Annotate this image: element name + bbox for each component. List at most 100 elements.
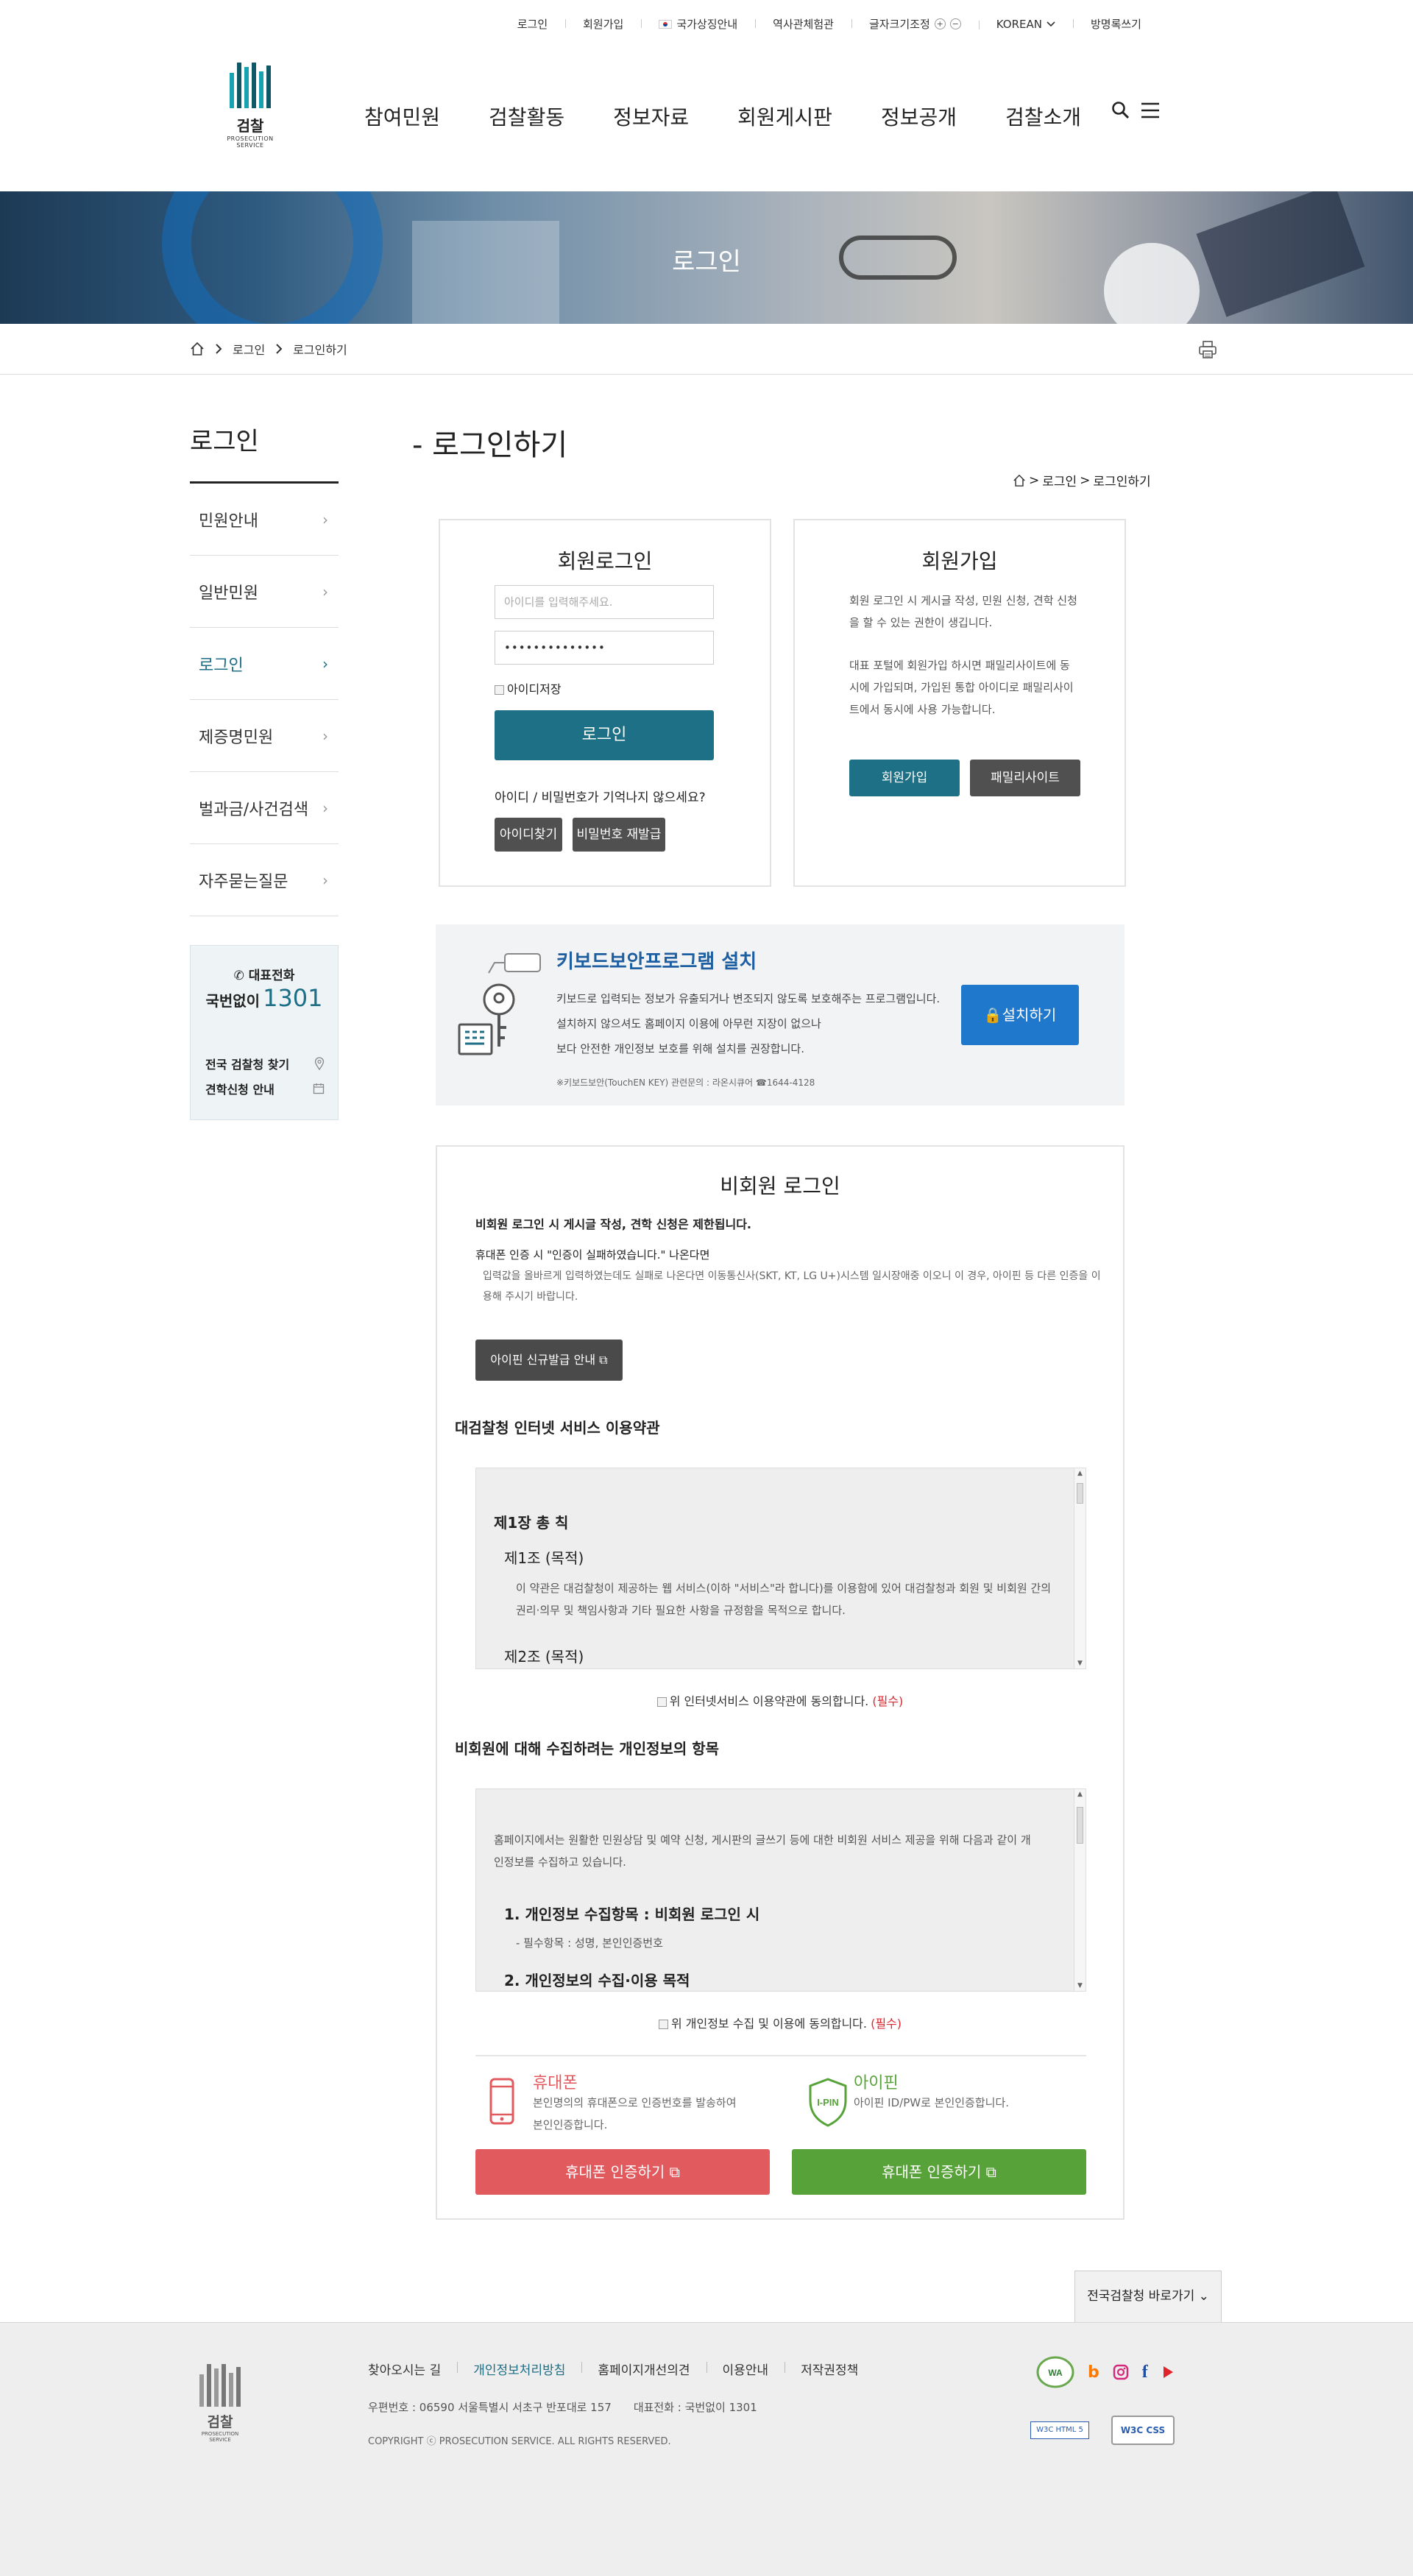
facebook-icon[interactable]: f bbox=[1142, 2363, 1148, 2382]
footer-link-directions[interactable]: 찾아오시는 길 bbox=[368, 2360, 457, 2378]
agree-terms-checkbox[interactable]: 위 인터넷서비스 이용약관에 동의합니다. (필수) bbox=[437, 1691, 1123, 1709]
password-input[interactable]: •••••••••••••• bbox=[495, 631, 714, 665]
side-menu-item-general[interactable]: 일반민원 › bbox=[190, 556, 339, 628]
search-icon[interactable] bbox=[1111, 101, 1130, 120]
join-button[interactable]: 회원가입 bbox=[849, 760, 960, 796]
footer-link-guide[interactable]: 이용안내 bbox=[706, 2360, 785, 2378]
find-office-link[interactable]: 전국 검찰청 찾기 bbox=[205, 1055, 325, 1072]
login-button[interactable]: 로그인 bbox=[495, 710, 714, 760]
footer-link-feedback[interactable]: 홈페이지개선의견 bbox=[581, 2360, 706, 2378]
tour-guide-link[interactable]: 견학신청 안내 bbox=[205, 1080, 325, 1097]
keyboard-security-line2: 설치하지 않으셔도 홈페이지 이용에 아무런 지장이 없으나 bbox=[556, 1017, 821, 1030]
util-join[interactable]: 회원가입 bbox=[565, 16, 641, 32]
nav-item-participation[interactable]: 참여민원 bbox=[364, 102, 440, 131]
footer-validation-badges: W3C HTML 5 W3C CSS bbox=[1030, 2416, 1175, 2445]
util-gov-symbol[interactable]: 국가상징안내 bbox=[641, 16, 755, 32]
user-id-input[interactable]: 아이디를 입력해주세요. bbox=[495, 585, 714, 619]
required-mark: (필수) bbox=[871, 2017, 902, 2031]
print-icon[interactable] bbox=[1198, 340, 1217, 359]
menu-icon[interactable] bbox=[1141, 102, 1160, 119]
zoom-in-button[interactable]: + bbox=[934, 18, 946, 29]
nav-item-disclosure[interactable]: 정보공개 bbox=[881, 102, 957, 131]
footer-logo-mark bbox=[190, 2364, 250, 2407]
map-pin-icon bbox=[314, 1057, 325, 1070]
util-login[interactable]: 로그인 bbox=[500, 16, 565, 32]
language-select[interactable]: KOREAN bbox=[978, 18, 1073, 31]
install-button[interactable]: 🔒설치하기 bbox=[961, 985, 1079, 1045]
privacy-item2: 2. 개인정보의 수집·이용 목적 bbox=[504, 1972, 690, 1989]
ipin-guide-label: 아이핀 신규발급 안내 bbox=[490, 1353, 596, 1367]
content-breadcrumb-level1[interactable]: 로그인 bbox=[1042, 471, 1077, 489]
forgot-credentials-text: 아이디 / 비밀번호가 기억나지 않으세요? bbox=[495, 790, 706, 805]
footer-link-privacy[interactable]: 개인정보처리방침 bbox=[457, 2360, 581, 2378]
prosecution-office-shortcut[interactable]: 전국검찰청 바로가기 ⌄ bbox=[1074, 2271, 1222, 2322]
terms-article1: 제1조 (목적) bbox=[504, 1549, 584, 1567]
ipin-guide-button[interactable]: 아이핀 신규발급 안내 ⧉ bbox=[475, 1340, 623, 1381]
util-history[interactable]: 역사관체험관 bbox=[755, 16, 851, 32]
side-menu-label: 벌과금/사건검색 bbox=[199, 800, 309, 819]
side-menu-item-login[interactable]: 로그인 › bbox=[190, 628, 339, 700]
web-accessibility-mark-icon[interactable]: WA bbox=[1036, 2355, 1074, 2389]
phone-auth-button[interactable]: 휴대폰 인증하기 ⧉ bbox=[475, 2149, 770, 2195]
ipin-logo-text: I-PIN bbox=[817, 2097, 839, 2108]
reset-password-button[interactable]: 비밀번호 재발급 bbox=[573, 818, 665, 852]
util-guestbook-label: 방명록쓰기 bbox=[1090, 18, 1141, 31]
lnb-title: 로그인 bbox=[190, 427, 259, 456]
find-id-button[interactable]: 아이디찾기 bbox=[495, 818, 562, 852]
nav-item-resources[interactable]: 정보자료 bbox=[613, 102, 689, 131]
member-join-box: 회원가입 회원 로그인 시 게시글 작성, 민원 신청, 견학 신청을 할 수 … bbox=[793, 519, 1126, 887]
nav-item-activities[interactable]: 검찰활동 bbox=[489, 102, 564, 131]
terms-scrollbar[interactable]: ▲ ▼ bbox=[1074, 1468, 1086, 1669]
privacy-item1-sub: - 필수항목 : 성명, 본인인증번호 bbox=[516, 1936, 663, 1950]
side-menu-label: 로그인 bbox=[199, 656, 244, 675]
family-site-button[interactable]: 패밀리사이트 bbox=[970, 760, 1080, 796]
main-nav: 참여민원 검찰활동 정보자료 회원게시판 정보공개 검찰소개 bbox=[364, 102, 1130, 131]
w3c-html-badge[interactable]: W3C HTML 5 bbox=[1030, 2421, 1089, 2439]
blog-icon[interactable]: b bbox=[1088, 2363, 1099, 2382]
calendar-icon bbox=[313, 1083, 325, 1094]
nonmember-notice2: 휴대폰 인증 시 "인증이 실패하였습니다." 나온다면 bbox=[475, 1248, 710, 1262]
footer-link-copyright[interactable]: 저작권정책 bbox=[785, 2360, 874, 2378]
save-id-checkbox[interactable]: 아이디저장 bbox=[495, 679, 562, 697]
nav-item-board[interactable]: 회원게시판 bbox=[737, 102, 832, 131]
util-join-label: 회원가입 bbox=[583, 18, 624, 31]
home-icon[interactable] bbox=[190, 342, 205, 356]
side-menu-item-fine-search[interactable]: 벌과금/사건검색 › bbox=[190, 772, 339, 844]
utility-bar: 로그인 회원가입 국가상징안내 역사관체험관 글자크기조정 + − KOREAN 방… bbox=[500, 16, 1159, 32]
footer-badges: WA b f bbox=[1036, 2355, 1175, 2389]
side-menu-item-certificate[interactable]: 제증명민원 › bbox=[190, 700, 339, 772]
side-menu-item-faq[interactable]: 자주묻는질문 › bbox=[190, 844, 339, 916]
auth-divider bbox=[475, 2055, 1086, 2056]
terms-article2: 제2조 (목적) bbox=[504, 1648, 584, 1666]
agree-privacy-checkbox[interactable]: 위 개인정보 수집 및 이용에 동의합니다. (필수) bbox=[437, 2014, 1123, 2031]
privacy-scrollbar[interactable]: ▲ ▼ bbox=[1074, 1789, 1086, 1991]
content-breadcrumb-level2[interactable]: 로그인하기 bbox=[1093, 471, 1150, 489]
nonmember-title: 비회원 로그인 bbox=[720, 1174, 840, 1198]
site-logo[interactable]: 검찰 PROSECUTION SERVICE bbox=[215, 63, 286, 149]
util-guestbook[interactable]: 방명록쓰기 bbox=[1072, 16, 1159, 32]
util-gov-label: 국가상징안내 bbox=[676, 18, 738, 31]
privacy-scroll-box[interactable]: 홈페이지에서는 원활한 민원상담 및 예약 신청, 게시판의 글쓰기 등에 대한… bbox=[475, 1788, 1086, 1992]
checkbox-icon bbox=[658, 2020, 668, 2029]
zoom-out-button[interactable]: − bbox=[949, 18, 961, 29]
w3c-css-badge[interactable]: W3C CSS bbox=[1111, 2416, 1175, 2445]
breadcrumb-level1[interactable]: 로그인 bbox=[233, 340, 265, 358]
tour-guide-label: 견학신청 안내 bbox=[205, 1083, 275, 1097]
home-icon[interactable] bbox=[1013, 474, 1026, 487]
member-login-box: 회원로그인 아이디를 입력해주세요. •••••••••••••• 아이디저장 … bbox=[439, 519, 771, 887]
chevron-down-icon bbox=[1047, 21, 1055, 26]
banner-title: 로그인 bbox=[672, 247, 741, 277]
nav-item-about[interactable]: 검찰소개 bbox=[1005, 102, 1081, 131]
ipin-auth-button[interactable]: 휴대폰 인증하기 ⧉ bbox=[792, 2149, 1086, 2195]
breadcrumb-level2[interactable]: 로그인하기 bbox=[293, 340, 347, 358]
privacy-item1: 1. 개인정보 수집항목 : 비회원 로그인 시 bbox=[504, 1906, 760, 1923]
join-desc-1: 회원 로그인 시 게시글 작성, 민원 신청, 견학 신청을 할 수 있는 권한… bbox=[849, 594, 1077, 629]
keyboard-security-line3: 보다 안전한 개인정보 보호를 위해 설치를 권장합니다. bbox=[556, 1042, 804, 1055]
terms-scroll-box[interactable]: 제1장 총 칙 제1조 (목적) 이 약관은 대검찰청이 제공하는 웹 서비스(… bbox=[475, 1468, 1086, 1669]
phone-auth-desc1: 본인명의의 휴대폰으로 인증번호를 발송하여 bbox=[533, 2096, 737, 2109]
instagram-icon[interactable] bbox=[1113, 2364, 1129, 2380]
phone-auth-title: 휴대폰 bbox=[533, 2074, 578, 2092]
side-menu-item-guide[interactable]: 민원안내 › bbox=[190, 484, 339, 556]
footer-phone: 대표전화 : 국번없이 1301 bbox=[633, 2401, 757, 2414]
youtube-icon[interactable] bbox=[1161, 2365, 1175, 2379]
